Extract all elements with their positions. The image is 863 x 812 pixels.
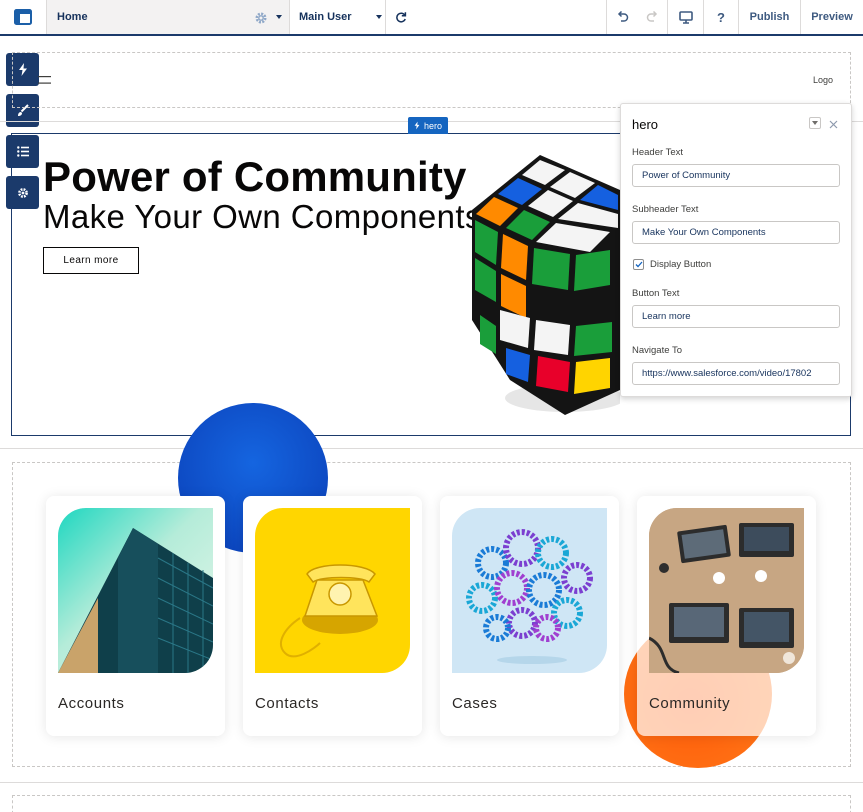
display-button-label: Display Button <box>650 259 712 270</box>
building-illustration <box>58 528 213 673</box>
button-text-label: Button Text <box>632 288 680 299</box>
help-icon: ? <box>717 9 725 25</box>
component-properties-panel: hero Header Text Power of Community Subh… <box>620 103 852 397</box>
tile-label: Contacts <box>255 695 319 712</box>
user-selector[interactable]: Main User <box>290 0 386 34</box>
desktop-icon <box>678 10 693 24</box>
gears-illustration <box>466 529 593 664</box>
experience-builder: Home Main User ? Publish Preview Logo he… <box>0 0 863 812</box>
hamburger-menu-icon[interactable] <box>38 76 51 84</box>
section-divider <box>0 782 863 783</box>
tile-label: Cases <box>452 695 498 712</box>
hero-title: Power of Community <box>43 153 467 200</box>
site-logo[interactable]: Logo <box>813 75 833 85</box>
telephone-illustration <box>280 564 379 658</box>
panel-menu-button[interactable] <box>809 117 821 129</box>
builder-toolbar: Home Main User ? Publish Preview <box>0 0 863 36</box>
page-name: Home <box>57 11 88 23</box>
gears-brain-image <box>452 508 607 673</box>
undo-button[interactable] <box>607 0 638 34</box>
help-button[interactable]: ? <box>704 0 739 34</box>
subheader-text-label: Subheader Text <box>632 204 699 215</box>
chevron-down-icon <box>812 121 818 125</box>
toolbar-spacer <box>416 0 607 34</box>
undo-icon <box>617 11 629 22</box>
refresh-icon <box>396 12 407 23</box>
navigate-to-label: Navigate To <box>632 345 682 356</box>
user-name: Main User <box>299 11 352 23</box>
hero-subtitle: Make Your Own Components <box>43 198 482 235</box>
section-divider <box>0 448 863 449</box>
office-building-image <box>58 508 213 673</box>
layout-icon <box>14 9 32 25</box>
button-text-field[interactable]: Learn more <box>632 305 840 328</box>
publish-button[interactable]: Publish <box>739 0 801 34</box>
chevron-down-icon <box>376 15 382 19</box>
yellow-telephone-image <box>255 508 410 673</box>
lightning-bolt-icon <box>414 121 420 130</box>
laptops-illustration <box>649 508 804 673</box>
refresh-button[interactable] <box>386 0 416 34</box>
tile-label: Community <box>649 695 731 712</box>
header-text-field[interactable]: Power of Community <box>632 164 840 187</box>
device-preview-button[interactable] <box>668 0 704 34</box>
tile-card-cases[interactable]: Cases <box>440 496 619 736</box>
page-selector[interactable]: Home <box>47 0 290 34</box>
close-icon[interactable] <box>829 120 838 129</box>
checkmark-icon <box>635 261 642 268</box>
redo-icon <box>646 11 658 22</box>
redo-button[interactable] <box>638 0 668 34</box>
learn-more-button[interactable]: Learn more <box>43 247 139 274</box>
chevron-down-icon <box>276 15 282 19</box>
tile-card-contacts[interactable]: Contacts <box>243 496 422 736</box>
tile-card-community[interactable]: Community <box>637 496 816 736</box>
subheader-text-field[interactable]: Make Your Own Components <box>632 221 840 244</box>
team-laptops-image <box>649 508 804 673</box>
footer-region <box>12 795 851 812</box>
panel-title: hero <box>632 117 659 132</box>
header-region <box>12 52 851 108</box>
rubiks-cube-image <box>472 155 620 415</box>
tile-label: Accounts <box>58 695 125 712</box>
preview-button[interactable]: Preview <box>801 0 863 34</box>
navigate-to-field[interactable]: https://www.salesforce.com/video/17802 <box>632 362 840 385</box>
page-settings-gear-icon[interactable] <box>254 11 268 25</box>
tile-card-accounts[interactable]: Accounts <box>46 496 225 736</box>
layout-menu-button[interactable] <box>0 0 47 34</box>
hero-tag-label: hero <box>424 120 443 131</box>
header-text-label: Header Text <box>632 147 684 158</box>
hero-component-tag[interactable]: hero <box>408 117 449 134</box>
display-button-checkbox[interactable] <box>633 259 644 270</box>
